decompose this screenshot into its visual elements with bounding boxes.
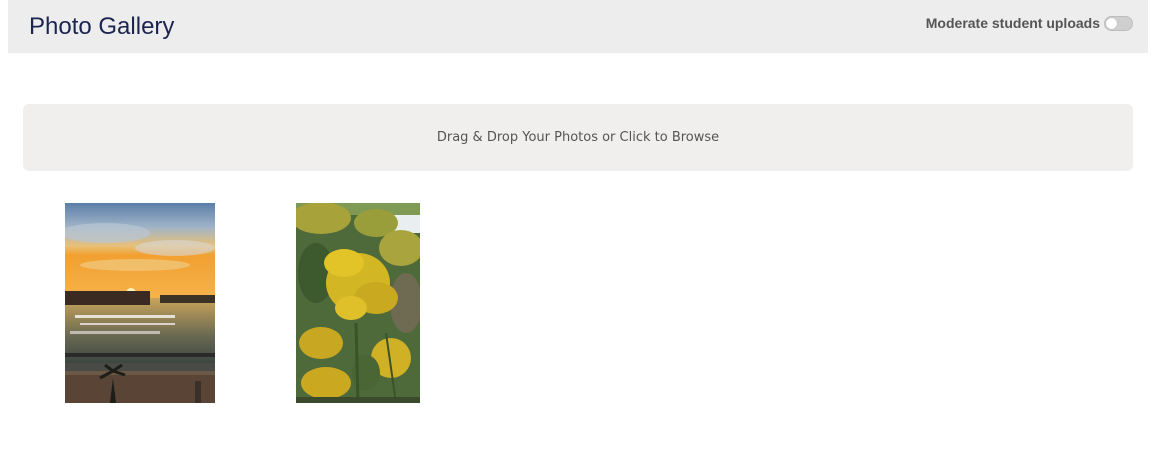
toggle-knob (1106, 17, 1117, 29)
photo-thumbnail-sunset[interactable] (65, 203, 215, 403)
goldenrod-flowers-image (296, 203, 420, 403)
photo-dropzone[interactable]: Drag & Drop Your Photos or Click to Brow… (23, 104, 1133, 171)
page-title: Photo Gallery (29, 13, 175, 40)
dropzone-text: Drag & Drop Your Photos or Click to Brow… (436, 130, 720, 145)
moderate-uploads-label: Moderate student uploads (925, 15, 1100, 31)
moderate-uploads-toggle[interactable] (1104, 15, 1133, 31)
photo-thumbnail-goldenrod[interactable] (296, 203, 420, 403)
sunset-marina-image (65, 203, 215, 403)
gallery-header: Photo Gallery Moderate student uploads (8, 0, 1148, 53)
moderate-uploads-control: Moderate student uploads (926, 14, 1133, 32)
